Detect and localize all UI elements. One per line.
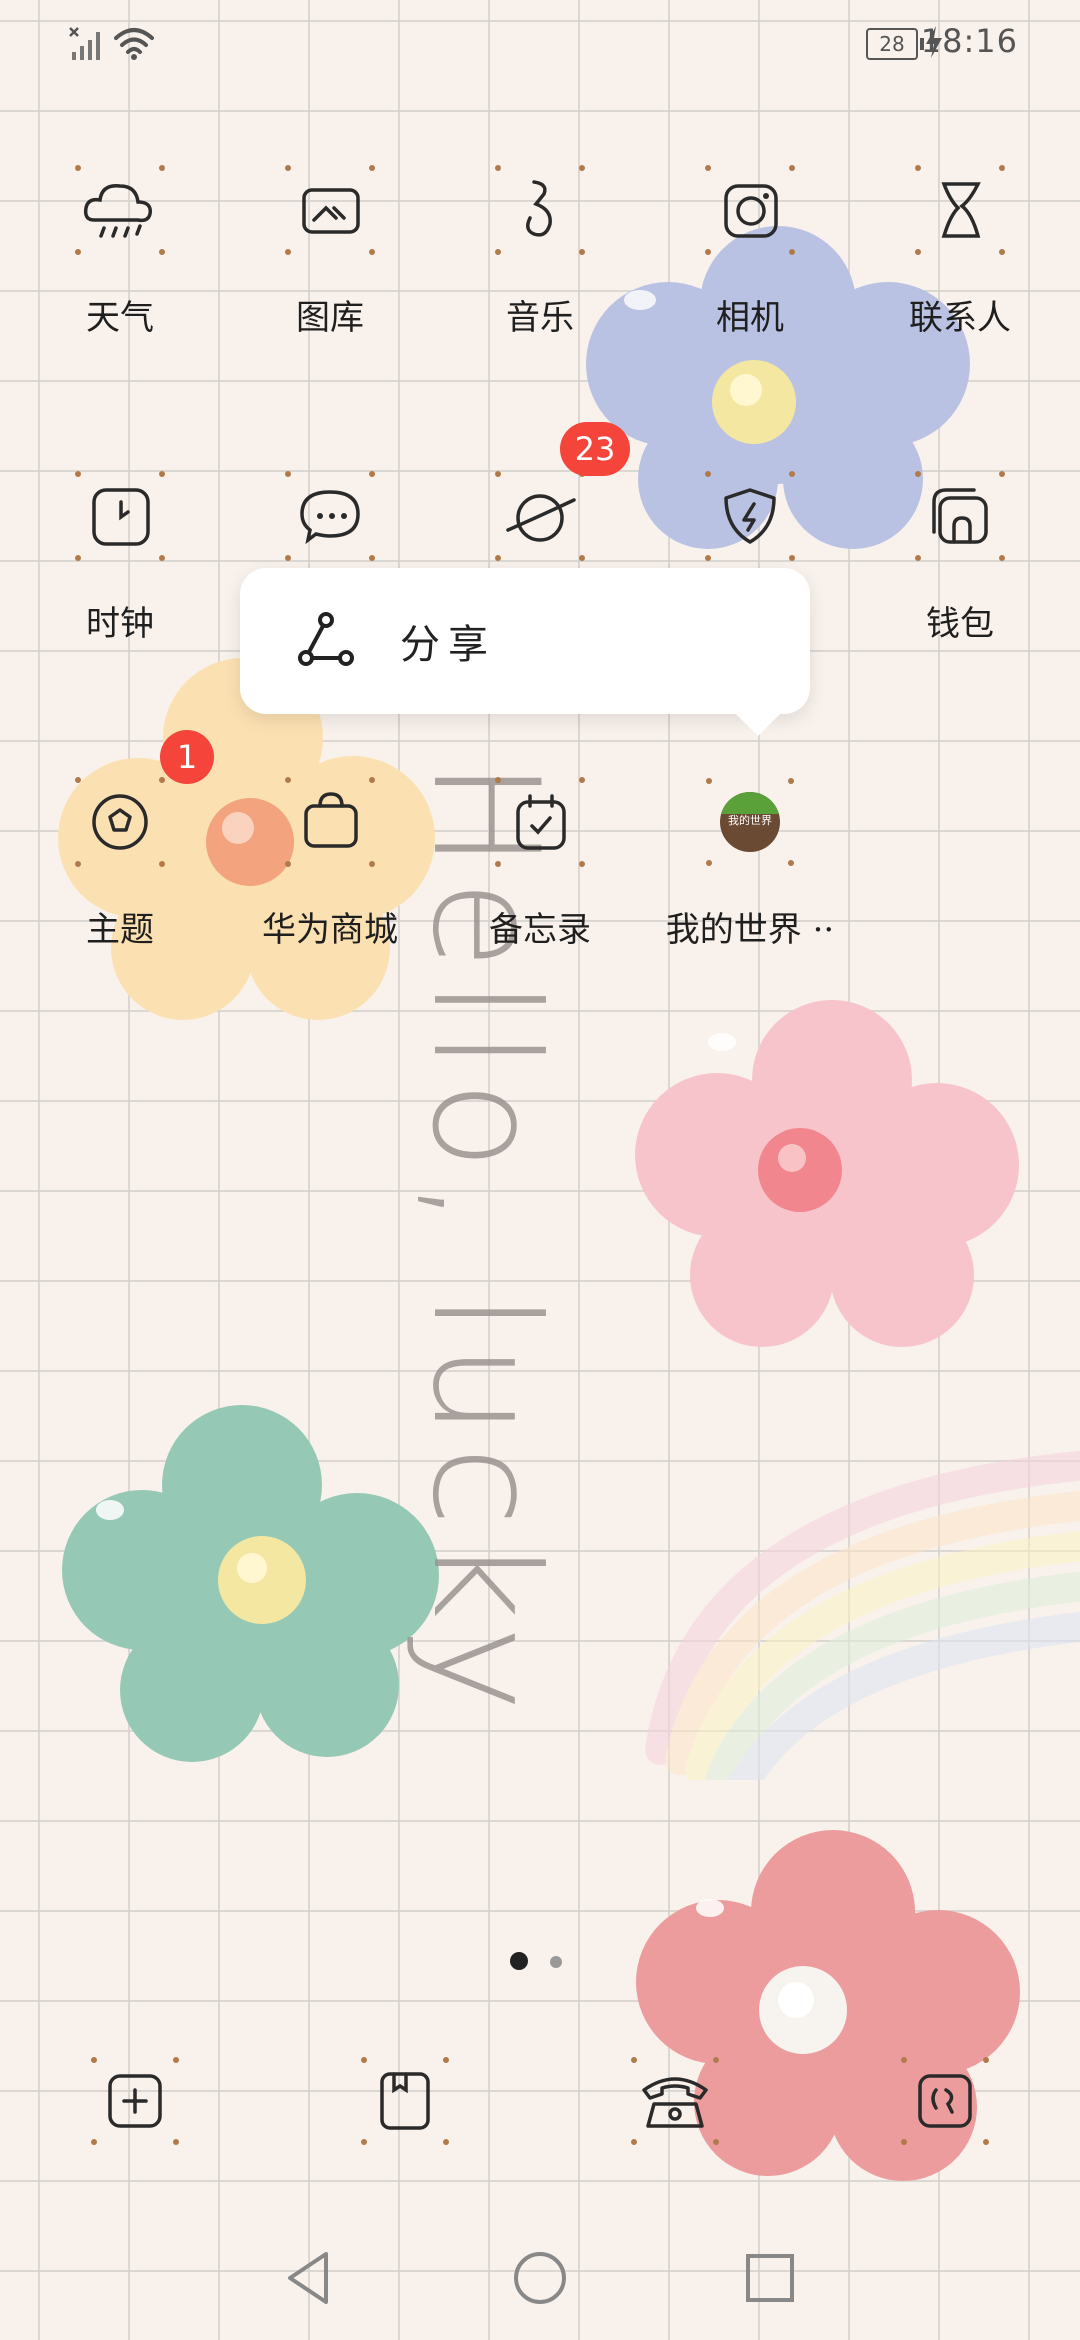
themes-icon: [75, 777, 165, 867]
wallpaper-flower-green: [62, 1405, 439, 1762]
app-wallet[interactable]: 钱包: [860, 466, 1060, 676]
phone-icon: [631, 2057, 719, 2145]
app-label: 相机: [716, 298, 784, 338]
context-menu-popup: 分享: [240, 568, 810, 736]
app-notepad[interactable]: 备忘录: [440, 772, 640, 982]
notepad-icon: [495, 777, 585, 867]
home-icon[interactable]: [508, 2246, 572, 2310]
home-screen: Hello, lucky 28 18:16 天气 图库 音乐 相机 联系人 时钟…: [0, 0, 1080, 2340]
wallet-icon: [915, 471, 1005, 561]
app-minecraft[interactable]: 我的世界 我的世界 ··: [650, 772, 850, 982]
dock-add-button[interactable]: [80, 2046, 190, 2156]
app-label: 我的世界 ··: [665, 910, 835, 950]
app-music[interactable]: 音乐: [440, 160, 640, 370]
contacts-icon: [915, 165, 1005, 255]
app-gallery[interactable]: 图库: [230, 160, 430, 370]
dock-phone-button[interactable]: [620, 2046, 730, 2156]
app-label: 联系人: [909, 298, 1011, 338]
app-camera[interactable]: 相机: [650, 160, 850, 370]
dock-book-button[interactable]: [350, 2046, 460, 2156]
minecraft-icon: 我的世界: [700, 772, 800, 872]
share-label: 分享: [400, 622, 496, 668]
app-themes[interactable]: 1 主题: [20, 730, 220, 982]
dock-tool-button[interactable]: [890, 2046, 1000, 2156]
security-icon: [705, 471, 795, 561]
app-weather[interactable]: 天气: [20, 160, 220, 370]
share-menu-item[interactable]: 分享: [240, 568, 810, 714]
app-store[interactable]: 华为商城: [230, 772, 430, 982]
app-contacts[interactable]: 联系人: [860, 160, 1060, 370]
wallpaper-rainbow: [645, 1450, 1080, 1780]
gallery-icon: [285, 165, 375, 255]
notification-badge: 1: [160, 730, 214, 784]
page-indicator-dot-active[interactable]: [510, 1952, 528, 1970]
wifi-icon: [114, 28, 154, 60]
app-label: 图库: [296, 298, 364, 338]
minecraft-icon-text: 我的世界: [728, 814, 772, 827]
app-label: 钱包: [926, 604, 994, 644]
camera-icon: [705, 165, 795, 255]
no-signal-icon: [69, 27, 100, 60]
recents-icon[interactable]: [738, 2246, 802, 2310]
app-label: 时钟: [86, 604, 154, 644]
share-icon: [298, 612, 354, 666]
store-icon: [285, 777, 375, 867]
status-bar: 28 18:16: [0, 0, 1080, 90]
music-icon: [495, 165, 585, 255]
messages-icon: [285, 471, 375, 561]
back-icon[interactable]: [278, 2246, 342, 2310]
page-indicator-dot[interactable]: [550, 1956, 562, 1968]
app-label: 华为商城: [262, 910, 398, 950]
book-icon: [361, 2057, 449, 2145]
weather-icon: [75, 165, 165, 255]
add-icon: [91, 2057, 179, 2145]
wallpaper-flower-pink: [635, 1000, 1019, 1347]
tool-icon: [901, 2057, 989, 2145]
app-label: 备忘录: [489, 910, 591, 950]
notification-badge: 23: [560, 422, 630, 476]
clock-icon: [75, 471, 165, 561]
app-label: 主题: [86, 910, 154, 950]
app-label: 音乐: [506, 298, 574, 338]
browser-icon: [495, 471, 585, 561]
app-label: 天气: [86, 298, 154, 338]
status-time: 18:16: [920, 22, 1018, 60]
battery-icon: 28: [866, 28, 924, 60]
app-clock[interactable]: 时钟: [20, 466, 220, 676]
